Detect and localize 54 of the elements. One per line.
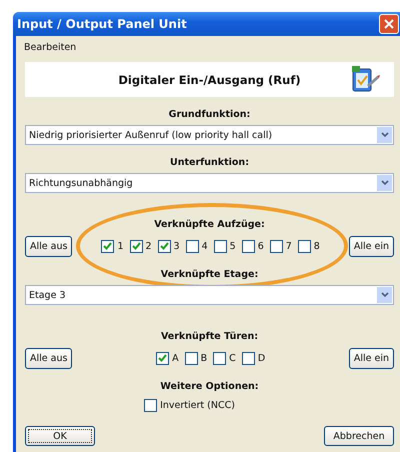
section-label: Grundfunktion:: [168, 108, 250, 122]
checkbox-label: 5: [230, 240, 236, 252]
checkbox[interactable]: [186, 240, 199, 252]
close-button[interactable]: [379, 14, 399, 34]
section-label: Verknüpfte Aufzüge:: [154, 218, 265, 232]
checkbox-label: 6: [258, 240, 264, 252]
dropdown-field[interactable]: Niedrig priorisierter Außenruf (low priority hall call): [25, 125, 394, 145]
section-label: Weitere Optionen:: [160, 380, 259, 394]
checkbox-label: D: [258, 352, 266, 364]
section-label: Unterfunktion:: [170, 156, 249, 170]
checkbox-label: 3: [174, 240, 180, 252]
menu-item[interactable]: Bearbeiten: [22, 42, 78, 52]
select-all-button[interactable]: Alle ein: [348, 348, 394, 368]
select-none-button[interactable]: Alle aus: [25, 348, 72, 368]
select-none-button[interactable]: Alle aus: [25, 236, 72, 256]
window-title: Input / Output Panel Unit: [17, 17, 187, 31]
checkbox[interactable]: [270, 240, 283, 252]
checkbox[interactable]: [144, 399, 158, 412]
checkbox[interactable]: [101, 240, 114, 252]
ok-button[interactable]: OK: [25, 426, 95, 446]
cancel-button[interactable]: Abbrechen: [324, 426, 394, 446]
clipboard-check-icon: [350, 65, 380, 93]
checkbox[interactable]: [184, 352, 198, 364]
checkbox-label: Invertiert (NCC): [160, 400, 235, 411]
checkbox-label: 7: [286, 240, 292, 252]
dropdown-field[interactable]: Richtungsunabhängig: [25, 173, 394, 193]
checkbox-label: A: [172, 352, 179, 364]
select-all-button[interactable]: Alle ein: [348, 236, 394, 256]
checkbox-label: B: [200, 352, 208, 364]
chevron-down-icon: [380, 292, 388, 298]
checkbox[interactable]: [156, 352, 170, 364]
checkbox[interactable]: [242, 352, 255, 364]
checkmark-icon: [160, 242, 169, 250]
checkmark-icon: [103, 242, 112, 250]
checkbox[interactable]: [242, 240, 255, 252]
dialog-heading: Digitaler Ein-/Ausgang (Ruf): [118, 72, 301, 86]
checkbox[interactable]: [214, 240, 227, 252]
checkmark-icon: [132, 242, 140, 250]
checkbox-label: 8: [314, 240, 320, 252]
dropdown-field[interactable]: Etage 3: [25, 285, 394, 305]
checkbox-label: 2: [146, 240, 152, 252]
checkbox-label: 4: [202, 240, 208, 252]
chevron-down-icon: [380, 180, 388, 186]
checkbox-label: 1: [117, 240, 124, 252]
checkbox[interactable]: [298, 240, 311, 252]
checkbox[interactable]: [213, 352, 226, 364]
checkmark-icon: [158, 354, 168, 362]
checkbox[interactable]: [130, 240, 142, 252]
checkbox[interactable]: [158, 240, 171, 252]
close-icon: [384, 19, 394, 29]
section-label: Verknüpfte Etage:: [160, 268, 258, 282]
checkbox-label: C: [229, 352, 236, 364]
chevron-down-icon: [380, 132, 388, 138]
section-label: Verknüpfte Türen:: [160, 330, 258, 344]
